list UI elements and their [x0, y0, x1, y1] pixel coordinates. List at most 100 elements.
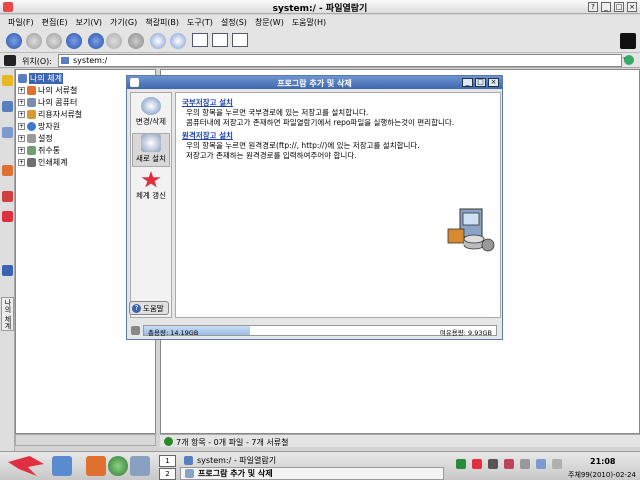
remote-repo-section: 원격저장고 설치 우의 항목을 누르면 원격경로(ftp://, http://… — [182, 131, 420, 160]
star-icon — [141, 171, 161, 188]
add-remove-programs-dialog: 프로그람 추가 및 삭제 _ □ × 변경/삭제 새로 설치 체계 갱신 ? 도… — [126, 75, 503, 340]
menu-window[interactable]: 창문(W) — [251, 15, 288, 29]
input-method-tray-icon[interactable] — [504, 459, 514, 469]
expand-icon[interactable]: + — [18, 123, 25, 130]
services-tab-icon[interactable] — [2, 191, 13, 202]
documents-icon — [27, 86, 36, 95]
menu-help[interactable]: 도움말(H) — [288, 15, 330, 29]
office-icon[interactable] — [86, 456, 106, 476]
date: 주체99(2010)-02-24 — [568, 471, 636, 479]
trash-icon — [27, 146, 36, 155]
clock[interactable]: 21:08 — [590, 457, 615, 466]
printer-icon — [27, 158, 36, 167]
task-file-browser[interactable]: system:/ - 파일열람기 — [180, 454, 444, 467]
zoom-out-icon[interactable] — [170, 33, 186, 49]
network-tab-icon[interactable] — [2, 265, 13, 276]
forward-icon[interactable] — [26, 33, 42, 49]
tree-item[interactable]: + 설정 — [18, 133, 53, 144]
remote-repo-link[interactable]: 원격저장고 설치 — [182, 131, 420, 141]
tree-item[interactable]: 나의 체계 — [18, 73, 63, 84]
dialog-close-button[interactable]: × — [488, 78, 499, 87]
settings-tray-icon[interactable] — [552, 459, 562, 469]
tree-item[interactable]: + 쥐수통 — [18, 145, 60, 156]
volume-tray-icon[interactable] — [488, 459, 498, 469]
tree-view-icon[interactable] — [232, 33, 248, 47]
settings-icon — [27, 134, 36, 143]
bookmarks-tab-icon[interactable] — [2, 75, 13, 86]
tree-item[interactable]: + 망자원 — [18, 121, 60, 132]
dialog-title: 프로그람 추가 및 삭제 — [277, 79, 352, 88]
window-controls: ? _ □ × — [588, 2, 637, 12]
menu-edit[interactable]: 편집(E) — [38, 15, 72, 29]
detail-view-icon[interactable] — [212, 33, 228, 47]
location-label: 위치(O): — [22, 57, 52, 66]
tree-item[interactable]: + 리용자서류철 — [18, 109, 82, 120]
menu-view[interactable]: 보기(V) — [72, 15, 106, 29]
status-text: 7개 항목 - 0개 파일 - 7개 서류철 — [176, 438, 289, 447]
back-icon[interactable] — [6, 33, 22, 49]
menu-bookmarks[interactable]: 책갈피(B) — [141, 15, 183, 29]
print-icon[interactable] — [128, 33, 144, 49]
dialog-content: 국부저장고 설치 우의 항목을 누르면 국부경로에 있는 저장고를 설치합니다.… — [175, 92, 501, 318]
dialog-minimize-button[interactable]: _ — [462, 78, 473, 87]
clear-location-icon[interactable] — [4, 55, 16, 66]
nav-change-remove[interactable]: 변경/삭제 — [132, 97, 170, 131]
system-tab-icon[interactable] — [2, 211, 13, 222]
minimize-button[interactable]: _ — [601, 2, 611, 12]
reload-icon[interactable] — [88, 33, 104, 49]
media-tab-icon[interactable] — [2, 165, 13, 176]
network-tray-icon[interactable] — [456, 459, 466, 469]
user-folder-icon — [27, 110, 36, 119]
help-window-button[interactable]: ? — [588, 2, 598, 12]
tree-item[interactable]: + 나의 서류철 — [18, 85, 77, 96]
dialog-maximize-button[interactable]: □ — [475, 78, 486, 87]
expand-icon[interactable]: + — [18, 99, 25, 106]
menu-settings[interactable]: 설정(S) — [217, 15, 251, 29]
nav-new-install[interactable]: 새로 설치 — [132, 133, 170, 167]
expand-icon[interactable]: + — [18, 147, 25, 154]
nav-system-update[interactable]: 체계 갱신 — [132, 171, 170, 205]
menu-file[interactable]: 파일(F) — [4, 15, 38, 29]
window-titlebar[interactable]: system:/ - 파일열람기 ? _ □ × — [0, 0, 640, 14]
package-install-illustration-icon — [447, 208, 495, 252]
local-repo-link[interactable]: 국부저장고 설치 — [182, 98, 454, 108]
folder-icon — [61, 57, 69, 64]
menu-go[interactable]: 가기(G) — [106, 15, 141, 29]
zoom-in-icon[interactable] — [150, 33, 166, 49]
task-add-remove-programs[interactable]: 프로그람 추가 및 삭제 — [180, 467, 444, 480]
stop-icon[interactable] — [106, 33, 122, 49]
start-menu-icon[interactable] — [8, 456, 44, 476]
tree-horizontal-scrollbar[interactable] — [15, 434, 156, 446]
dialog-titlebar[interactable]: 프로그람 추가 및 삭제 _ □ × — [127, 76, 502, 89]
icon-view-icon[interactable] — [192, 33, 208, 47]
pen-tray-icon[interactable] — [536, 459, 546, 469]
expand-icon[interactable]: + — [18, 135, 25, 142]
workspace-1[interactable]: 1 — [159, 455, 176, 467]
close-button[interactable]: × — [627, 2, 637, 12]
expand-icon[interactable]: + — [18, 159, 25, 166]
expand-icon[interactable]: + — [18, 87, 25, 94]
expand-icon[interactable]: + — [18, 111, 25, 118]
tree-item[interactable]: + 나의 콤퓨터 — [18, 97, 77, 108]
location-input[interactable]: system:/ ▼ — [58, 54, 629, 67]
flag-tray-icon[interactable] — [472, 459, 482, 469]
side-tab-label[interactable]: 나의 체계 — [1, 297, 14, 331]
menu-tools[interactable]: 도구(T) — [183, 15, 217, 29]
dialog-nav: 변경/삭제 새로 설치 체계 갱신 — [130, 92, 172, 318]
home-icon[interactable] — [66, 33, 82, 49]
home-tab-icon[interactable] — [2, 127, 13, 138]
activity-icon — [620, 33, 636, 49]
file-manager-icon[interactable] — [130, 456, 150, 476]
history-tab-icon[interactable] — [2, 101, 13, 112]
clipboard-tray-icon[interactable] — [520, 459, 530, 469]
tree-item[interactable]: + 인쇄체계 — [18, 157, 67, 168]
up-icon[interactable] — [46, 33, 62, 49]
workspace-2[interactable]: 2 — [159, 468, 176, 480]
system-icon — [18, 74, 27, 83]
help-button[interactable]: ? 도움말 — [129, 301, 169, 315]
terminal-icon[interactable] — [52, 456, 72, 476]
free-capacity-label: 여유용량: 9.93GB — [439, 329, 492, 337]
go-icon[interactable] — [624, 55, 634, 65]
maximize-button[interactable]: □ — [614, 2, 624, 12]
browser-icon[interactable] — [108, 456, 128, 476]
